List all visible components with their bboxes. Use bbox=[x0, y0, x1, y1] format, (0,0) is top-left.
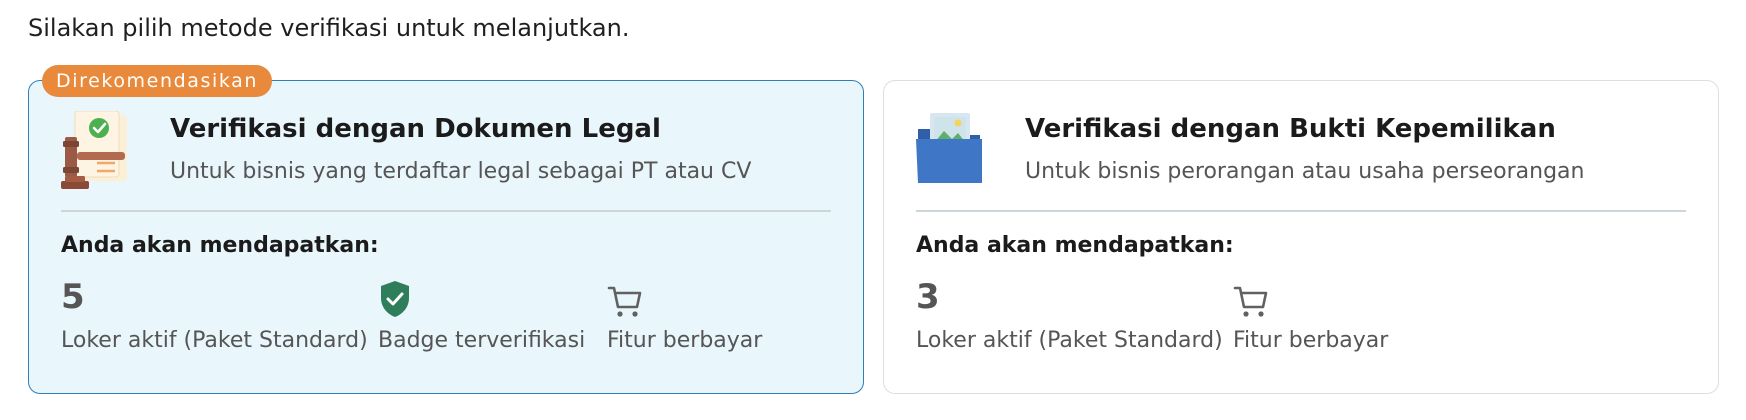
benefits-heading: Anda akan mendapatkan: bbox=[61, 233, 379, 258]
benefit-active-jobs: 3 Loker aktif (Paket Standard) bbox=[916, 277, 1223, 367]
ownership-proof-option-card[interactable]: Verifikasi dengan Bukti Kepemilikan Untu… bbox=[883, 80, 1719, 394]
recommended-badge: Direkomendasikan bbox=[42, 65, 273, 97]
card-subtitle: Untuk bisnis yang terdaftar legal sebaga… bbox=[170, 159, 752, 184]
cart-icon bbox=[1233, 286, 1268, 317]
card-subtitle: Untuk bisnis perorangan atau usaha perse… bbox=[1025, 159, 1585, 184]
card-title: Verifikasi dengan Dokumen Legal bbox=[170, 114, 661, 144]
benefits-heading: Anda akan mendapatkan: bbox=[916, 233, 1234, 258]
verification-method-page: Silakan pilih metode verifikasi untuk me… bbox=[0, 0, 1746, 420]
active-jobs-count: 5 bbox=[61, 277, 85, 317]
instruction-text: Silakan pilih metode verifikasi untuk me… bbox=[28, 14, 630, 42]
benefit-label: Badge terverifikasi bbox=[378, 328, 586, 353]
benefit-label: Loker aktif (Paket Standard) bbox=[916, 328, 1223, 353]
benefit-paid-features: Fitur berbayar bbox=[607, 277, 762, 367]
benefit-verified-badge: Badge terverifikasi bbox=[378, 277, 585, 367]
benefit-label: Loker aktif (Paket Standard) bbox=[61, 328, 368, 353]
benefit-active-jobs: 5 Loker aktif (Paket Standard) bbox=[61, 277, 368, 367]
legal-document-option-card[interactable]: Direkomendasikan Verifikasi dengan Dokum… bbox=[28, 65, 864, 394]
cart-icon bbox=[607, 286, 642, 317]
photo-folder-icon bbox=[916, 111, 992, 191]
verified-shield-icon bbox=[381, 281, 409, 317]
active-jobs-count: 3 bbox=[916, 277, 940, 317]
legal-document-gavel-icon bbox=[61, 110, 137, 191]
divider bbox=[916, 210, 1686, 212]
benefit-label: Fitur berbayar bbox=[1233, 328, 1389, 353]
benefit-label: Fitur berbayar bbox=[607, 328, 763, 353]
benefit-paid-features: Fitur berbayar bbox=[1233, 277, 1388, 367]
divider bbox=[61, 210, 831, 212]
card-title: Verifikasi dengan Bukti Kepemilikan bbox=[1025, 114, 1556, 144]
